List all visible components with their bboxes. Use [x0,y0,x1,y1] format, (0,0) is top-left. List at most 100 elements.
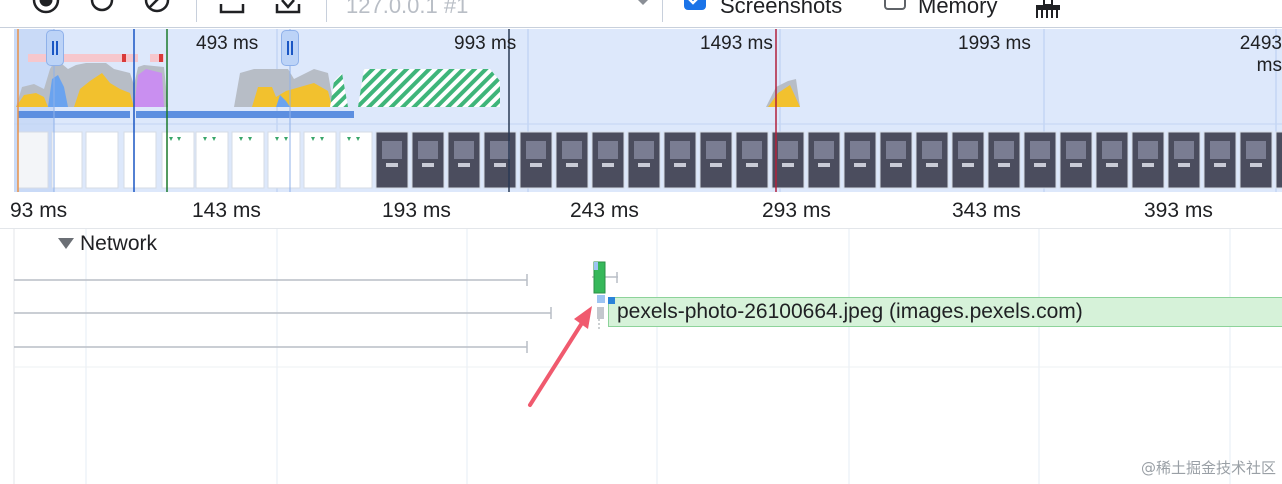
collapse-triangle-icon[interactable] [58,238,74,249]
thumbnail-caption [422,163,434,167]
time-ruler: 93 ms 143 ms 193 ms 243 ms 293 ms 343 ms… [0,193,1282,229]
thumbnail-caption [530,163,542,167]
checkmark-icon [688,0,698,5]
network-track [13,229,1282,484]
thumbnail-caption [1214,163,1226,167]
request-priority-marker [608,297,615,304]
thumbnail-caption [1106,163,1118,167]
request-label: pexels-photo-26100664.jpeg (images.pexel… [617,300,1083,323]
network-overview-bar [18,111,130,118]
thumbnail-image [1102,141,1122,159]
ruler-tick: 343 ms [952,199,1021,222]
thumbnail-image [814,141,834,159]
screenshot-thumbnail[interactable] [447,131,481,189]
request-whiskers [14,272,618,353]
screenshot-thumbnail[interactable] [627,131,661,189]
screenshot-thumbnail[interactable] [519,131,553,189]
screenshot-thumbnail[interactable] [591,131,625,189]
overview-tick: 1993 ms [958,33,1031,54]
thumbnail-image [418,141,438,159]
thumbnail-caption [1034,163,1046,167]
screenshot-thumbnail[interactable] [807,131,841,189]
network-overview-bar [136,111,354,118]
thumbnail-image [598,141,618,159]
thumbnail-image [1174,141,1194,159]
screenshot-thumbnail[interactable] [1203,131,1237,189]
ruler-tick: 393 ms [1144,199,1213,222]
screenshot-thumbnail[interactable] [879,131,913,189]
screenshot-thumbnail[interactable] [1275,131,1282,189]
screenshot-thumbnail[interactable] [663,131,697,189]
thumbnail-image [778,141,798,159]
screenshot-thumbnail[interactable] [411,131,445,189]
overview-tick: 993 ms [454,33,517,54]
thumbnail-image [958,141,978,159]
screenshot-thumbnail[interactable] [843,131,877,189]
thumbnail-caption [818,163,830,167]
screenshot-thumbnail[interactable] [699,131,733,189]
overview-tick: 493 ms [196,33,259,54]
screenshot-filmstrip [17,131,1282,189]
thumbnail-caption [602,163,614,167]
thumbnail-caption [746,163,758,167]
watermark: @稀土掘金技术社区 [1140,459,1276,477]
broom-icon[interactable] [1034,0,1062,18]
thumbnail-image [1210,141,1230,159]
timeline-overview[interactable]: 493 ms 993 ms 1493 ms 1993 ms 2493 ms [14,29,1282,192]
thumbnail-caption [566,163,578,167]
request-bar[interactable]: pexels-photo-26100664.jpeg (images.pexel… [608,297,1282,327]
thumbnail-image [1030,141,1050,159]
memory-label[interactable]: Memory [918,0,997,19]
download-icon[interactable] [274,0,302,14]
screenshot-thumbnail[interactable] [771,131,805,189]
screenshot-thumbnail[interactable] [987,131,1021,189]
ruler-tick: 293 ms [762,199,831,222]
thumbnail-caption [926,163,938,167]
record-icon[interactable] [32,0,60,14]
screenshot-thumbnail[interactable] [375,131,409,189]
upload-icon[interactable] [218,0,246,14]
screenshot-thumbnail[interactable] [483,131,517,189]
thumbnail-caption [962,163,974,167]
screenshot-thumbnail[interactable] [1059,131,1093,189]
thumbnail-image [634,141,654,159]
recording-selector[interactable]: 127.0.0.1 #1 [346,0,468,19]
screenshot-thumbnail[interactable] [1167,131,1201,189]
thumbnail-image [526,141,546,159]
thumbnail-caption [998,163,1010,167]
selection-end-handle[interactable] [281,30,299,66]
screenshot-thumbnail[interactable] [555,131,589,189]
ruler-tick: 143 ms [192,199,261,222]
thumbnail-caption [1250,163,1262,167]
thumbnail-image [382,141,402,159]
network-title[interactable]: Network [80,232,157,256]
clear-icon[interactable] [143,0,171,14]
reload-icon[interactable] [88,0,116,14]
thumbnail-caption [854,163,866,167]
dropdown-icon[interactable] [636,0,650,7]
thumbnail-caption [386,163,398,167]
selection-start-handle[interactable] [46,30,64,66]
thumbnail-image [886,141,906,159]
screenshot-thumbnail[interactable] [1095,131,1129,189]
memory-checkbox[interactable] [884,0,906,10]
thumbnail-caption [782,163,794,167]
screenshots-label[interactable]: Screenshots [720,0,842,19]
screenshot-thumbnail[interactable] [951,131,985,189]
toolbar-separator [662,0,663,22]
thumbnail-caption [890,163,902,167]
screenshot-thumbnail[interactable] [915,131,949,189]
screenshot-thumbnail[interactable] [1131,131,1165,189]
performance-toolbar: 127.0.0.1 #1 Screenshots Memory [0,0,1282,28]
screenshot-thumbnail[interactable] [1023,131,1057,189]
thumbnail-caption [1142,163,1154,167]
thumbnail-image [490,141,510,159]
screenshot-thumbnail[interactable] [1239,131,1273,189]
thumbnail-image [994,141,1014,159]
overview-tick: 1493 ms [700,33,773,54]
ruler-tick: 193 ms [382,199,451,222]
screenshot-thumbnail[interactable] [735,131,769,189]
thumbnail-image [1138,141,1158,159]
screenshots-checkbox[interactable] [684,0,706,10]
ruler-tick: 93 ms [10,199,68,222]
